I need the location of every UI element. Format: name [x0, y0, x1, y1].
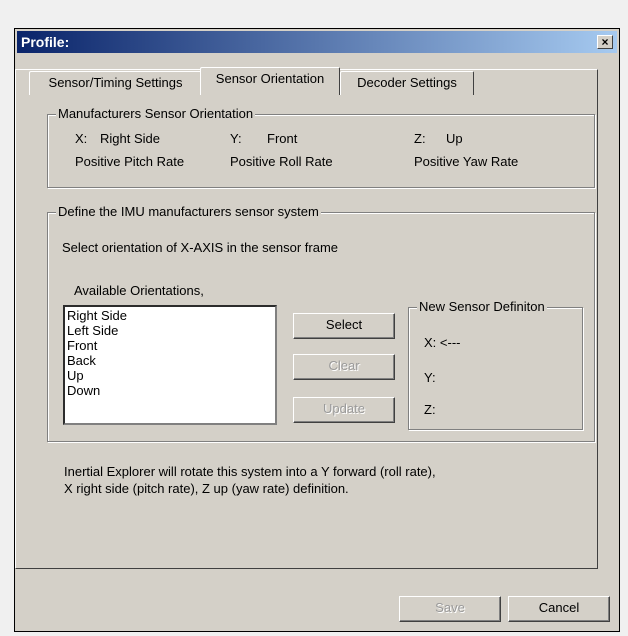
roll-rate-label: Positive Roll Rate	[230, 154, 333, 169]
z-axis-label: Z:	[414, 131, 426, 146]
y-axis-value: Front	[267, 131, 298, 146]
close-button[interactable]: ×	[597, 35, 613, 49]
list-item[interactable]: Back	[67, 353, 273, 368]
cancel-button[interactable]: Cancel	[508, 596, 610, 622]
instruction-text: Select orientation of X-AXIS in the sens…	[62, 240, 339, 255]
orientations-listbox[interactable]: Right Side Left Side Front Back Up Down	[63, 305, 277, 425]
new-y-value: Y:	[424, 370, 436, 385]
window-title: Profile:	[21, 34, 70, 50]
group-legend: New Sensor Definiton	[417, 299, 547, 314]
title-bar: Profile: ×	[17, 31, 617, 53]
x-axis-value: Right Side	[100, 131, 160, 146]
available-orientations-label: Available Orientations,	[74, 283, 204, 298]
rotation-note-line1: Inertial Explorer will rotate this syste…	[64, 464, 436, 479]
y-axis-label: Y:	[230, 131, 242, 146]
clear-button[interactable]: Clear	[293, 354, 395, 380]
group-legend: Define the IMU manufacturers sensor syst…	[56, 204, 321, 219]
tab-sensor-orientation[interactable]: Sensor Orientation	[200, 67, 340, 95]
pitch-rate-label: Positive Pitch Rate	[75, 154, 185, 169]
list-item[interactable]: Left Side	[67, 323, 273, 338]
list-item[interactable]: Front	[67, 338, 273, 353]
list-item[interactable]: Right Side	[67, 308, 273, 323]
list-item[interactable]: Up	[67, 368, 273, 383]
yaw-rate-label: Positive Yaw Rate	[414, 154, 519, 169]
list-item[interactable]: Down	[67, 383, 273, 398]
select-button[interactable]: Select	[293, 313, 395, 339]
rotation-note-line2: X right side (pitch rate), Z up (yaw rat…	[64, 481, 349, 496]
new-z-value: Z:	[424, 402, 436, 417]
z-axis-value: Up	[446, 131, 463, 146]
group-legend: Manufacturers Sensor Orientation	[56, 106, 256, 121]
new-x-value: X: <---	[424, 335, 461, 350]
manufacturers-orientation-group: Manufacturers Sensor Orientation	[47, 106, 595, 188]
save-button[interactable]: Save	[399, 596, 501, 622]
update-button[interactable]: Update	[293, 397, 395, 423]
x-axis-label: X:	[75, 131, 88, 146]
